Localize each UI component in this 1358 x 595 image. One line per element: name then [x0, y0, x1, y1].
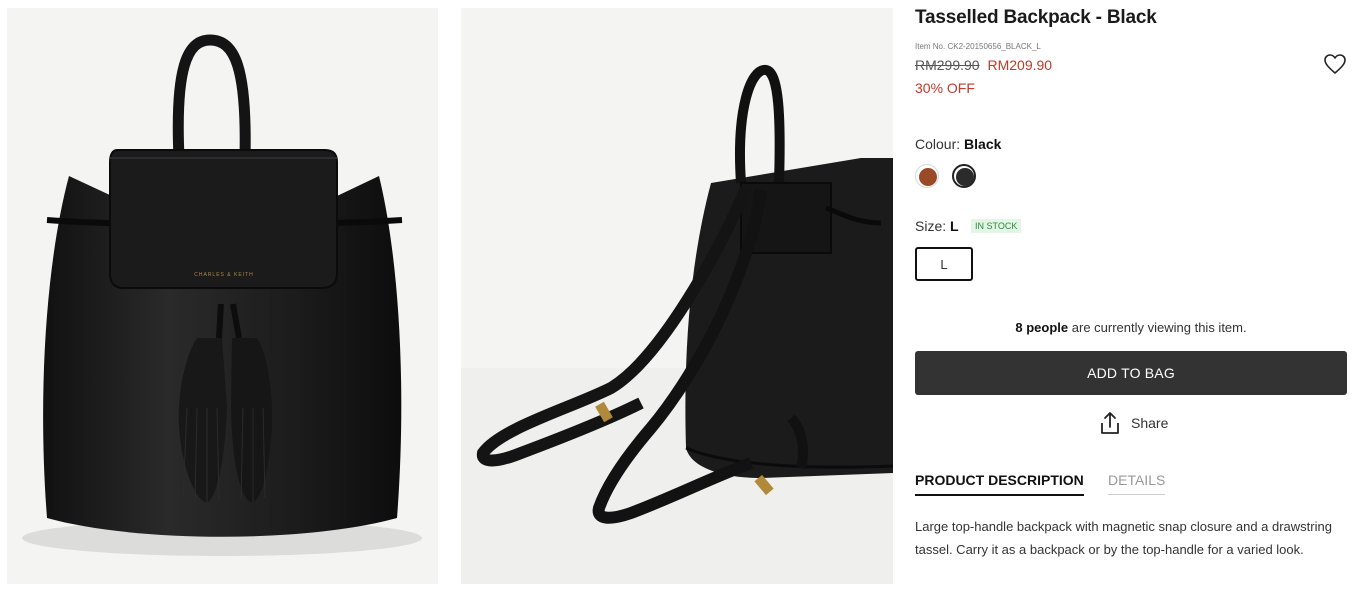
original-price: RM299.90	[915, 57, 980, 73]
add-to-bag-button[interactable]: ADD TO BAG	[915, 351, 1347, 395]
sale-price: RM209.90	[987, 57, 1053, 73]
item-number: Item No. CK2-20150656_BLACK_L	[915, 42, 1041, 51]
tab-product-description[interactable]: PRODUCT DESCRIPTION	[915, 472, 1084, 496]
backpack-front-illustration: CHARLES & KEITH	[7, 8, 438, 584]
stock-badge: IN STOCK	[971, 219, 1022, 233]
share-button[interactable]: Share	[1099, 410, 1168, 436]
product-description-text: Large top-handle backpack with magnetic …	[915, 519, 1332, 557]
size-option-l[interactable]: L	[915, 247, 973, 281]
colour-swatch-black[interactable]	[952, 164, 976, 188]
colour-label: Colour:	[915, 136, 961, 152]
backpack-back-illustration	[461, 8, 893, 584]
swatch-fill	[956, 168, 974, 186]
selected-size: L	[950, 218, 959, 234]
product-title: Tasselled Backpack - Black	[915, 7, 1157, 28]
viewing-notice: 8 people are currently viewing this item…	[915, 320, 1347, 335]
product-image-front[interactable]: CHARLES & KEITH	[7, 8, 438, 584]
upload-share-icon	[1101, 412, 1119, 434]
product-image-back[interactable]	[461, 8, 893, 584]
viewer-count: 8 people	[1015, 320, 1069, 335]
colour-swatch-brown[interactable]	[915, 164, 939, 188]
size-label: Size:	[915, 218, 947, 234]
product-info-panel: Tasselled Backpack - Black Item No. CK2-…	[915, 0, 1348, 595]
share-label: Share	[1131, 415, 1169, 431]
brand-logo: CHARLES & KEITH	[194, 272, 253, 278]
wishlist-button[interactable]	[1323, 52, 1347, 76]
discount-label: 30% OFF	[915, 80, 975, 96]
selected-colour: Black	[964, 136, 1002, 152]
tab-details[interactable]: DETAILS	[1108, 472, 1166, 495]
heart-outline-icon	[1324, 54, 1346, 74]
colour-label-row: Colour: Black	[915, 136, 1001, 152]
swatch-fill	[919, 168, 937, 186]
viewing-text: are currently viewing this item.	[1071, 320, 1247, 335]
price-row: RM299.90 RM209.90	[915, 57, 1052, 73]
size-label-row: Size: L	[915, 218, 959, 234]
